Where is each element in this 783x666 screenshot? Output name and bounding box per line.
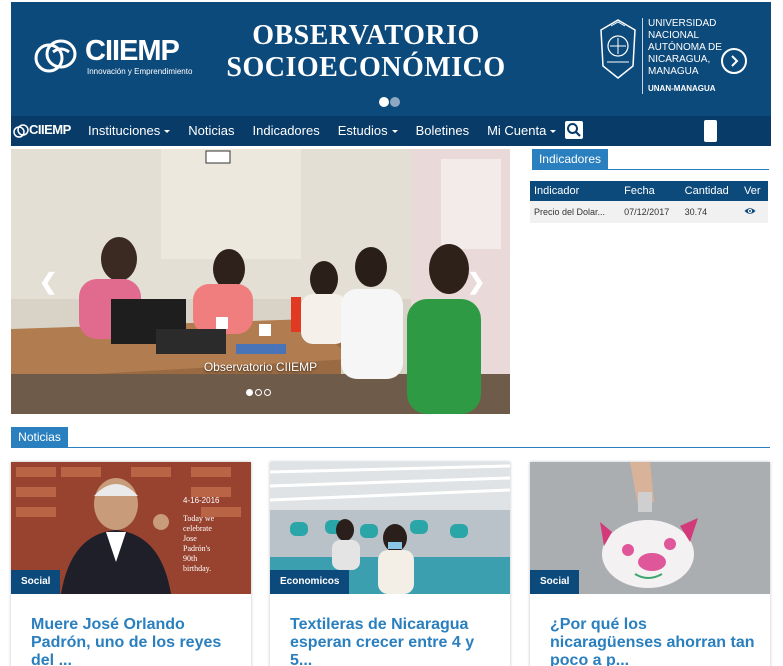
university-divider — [642, 18, 643, 94]
cell-fecha: 07/12/2017 — [620, 201, 681, 223]
news-image-date: 4-16-2016 — [183, 496, 220, 505]
indicators-divider — [532, 169, 769, 170]
nav-logo-text: CIIEMP — [29, 122, 71, 137]
nav-item-label: Boletines — [415, 123, 470, 138]
column-header-fecha: Fecha — [620, 181, 681, 201]
nav-item-label: Estudios — [337, 123, 388, 138]
search-icon[interactable] — [565, 121, 583, 139]
nav-logo[interactable]: CIIEMP — [13, 122, 77, 139]
news-image-caption-line: celebrate — [183, 524, 212, 533]
banner-next-icon[interactable] — [721, 48, 747, 74]
header-banner: CIIEMP Innovación y Emprendimiento OBSER… — [11, 2, 771, 116]
nav-item-label: Mi Cuenta — [487, 123, 547, 138]
university-line: MANAGUA — [648, 66, 699, 77]
indicators-table: Indicador Fecha Cantidad Ver Precio del … — [530, 181, 768, 223]
banner-dot[interactable] — [390, 97, 400, 107]
carousel-caption: Observatorio CIIEMP — [203, 360, 318, 374]
column-header-cantidad: Cantidad — [680, 181, 741, 201]
news-category-badge[interactable]: Social — [11, 570, 61, 594]
news-divider — [11, 447, 770, 448]
carousel-next-icon[interactable]: ❯ — [467, 269, 485, 295]
carousel-prev-icon[interactable]: ❮ — [39, 269, 57, 295]
university-name: UNIVERSIDAD NACIONAL AUTÓNOMA DE NICARAG… — [648, 18, 728, 78]
news-tab[interactable]: Noticias — [11, 427, 68, 448]
site-title: OBSERVATORIO SOCIOECONÓMICO — [211, 20, 521, 84]
nav-item-boletines[interactable]: Boletines — [407, 116, 478, 146]
news-image-caption-line: 90th — [183, 554, 198, 563]
carousel-dot[interactable] — [255, 389, 262, 396]
logo-text: CIIEMP — [85, 35, 180, 67]
table-row: Precio del Dolar... 07/12/2017 30.74 — [530, 201, 768, 223]
site-title-line1: OBSERVATORIO — [252, 20, 480, 51]
ciiemp-logo-mark-icon — [34, 39, 77, 73]
cell-ver — [740, 201, 768, 223]
cell-indicador: Precio del Dolar... — [530, 201, 621, 223]
carousel-dot[interactable] — [264, 389, 271, 396]
nav-menu: Instituciones Noticias Indicadores Estud… — [79, 116, 565, 146]
university-line: AUTÓNOMA DE — [648, 42, 722, 53]
university-line: UNIVERSIDAD — [648, 18, 717, 29]
news-image-caption: Today we celebrate Jose Padrón's 90th bi… — [183, 514, 214, 574]
nav-item-estudios[interactable]: Estudios — [329, 116, 407, 146]
carousel-photo — [11, 149, 510, 414]
carousel-pagination — [246, 383, 273, 401]
nav-item-label: Noticias — [188, 123, 235, 138]
caret-down-icon — [164, 130, 171, 134]
university-abbr: UNAN-MANAGUA — [648, 84, 716, 93]
search-input[interactable] — [704, 120, 717, 142]
nav-item-label: Indicadores — [252, 123, 320, 138]
news-card-title[interactable]: Textileras de Nicaragua esperan crecer e… — [290, 616, 495, 666]
news-card[interactable]: Social ¿Por qué los nicaragüenses ahorra… — [530, 462, 770, 666]
university-line: NACIONAL — [648, 30, 700, 41]
news-card[interactable]: 4-16-2016 Today we celebrate Jose Padrón… — [11, 462, 251, 666]
nav-item-instituciones[interactable]: Instituciones — [79, 116, 179, 146]
eye-icon[interactable] — [744, 207, 756, 215]
main-nav: CIIEMP Instituciones Noticias Indicadore… — [11, 116, 771, 146]
cell-cantidad: 30.74 — [680, 201, 741, 223]
carousel-dot-active[interactable] — [246, 389, 253, 396]
column-header-ver: Ver — [740, 181, 768, 201]
news-card[interactable]: Economicos Textileras de Nicaragua esper… — [270, 462, 510, 666]
site-title-line2: SOCIOECONÓMICO — [226, 52, 506, 83]
logo-tagline: Innovación y Emprendimiento — [87, 67, 193, 76]
university-line: NICARAGUA, — [648, 54, 711, 65]
news-image-caption-line: birthday. — [183, 564, 212, 573]
nav-item-noticias[interactable]: Noticias — [179, 116, 243, 146]
caret-down-icon — [391, 130, 398, 134]
news-image-caption-line: Padrón's — [183, 544, 211, 553]
news-image-caption-line: Jose — [183, 534, 197, 543]
indicators-tab[interactable]: Indicadores — [532, 149, 608, 170]
news-card-title[interactable]: Muere José Orlando Padrón, uno de los re… — [31, 616, 236, 666]
unan-seal-icon[interactable] — [597, 18, 639, 82]
column-header-indicador: Indicador — [530, 181, 621, 201]
nav-logo-mark-icon — [13, 124, 29, 138]
banner-pagination — [379, 94, 401, 112]
table-header-row: Indicador Fecha Cantidad Ver — [530, 181, 768, 201]
caret-down-icon — [550, 130, 557, 134]
ciiemp-logo[interactable]: CIIEMP Innovación y Emprendimiento — [33, 35, 213, 80]
news-image-caption-line: Today we — [183, 514, 215, 523]
nav-item-label: Instituciones — [88, 123, 161, 138]
banner-dot-active[interactable] — [379, 97, 389, 107]
photo-carousel: ❮ ❯ Observatorio CIIEMP — [11, 149, 510, 414]
news-category-badge[interactable]: Social — [530, 570, 580, 594]
news-category-badge[interactable]: Economicos — [270, 570, 350, 594]
nav-item-mi-cuenta[interactable]: Mi Cuenta — [478, 116, 565, 146]
news-card-title[interactable]: ¿Por qué los nicaragüenses ahorran tan p… — [550, 616, 755, 666]
nav-item-indicadores[interactable]: Indicadores — [244, 116, 329, 146]
